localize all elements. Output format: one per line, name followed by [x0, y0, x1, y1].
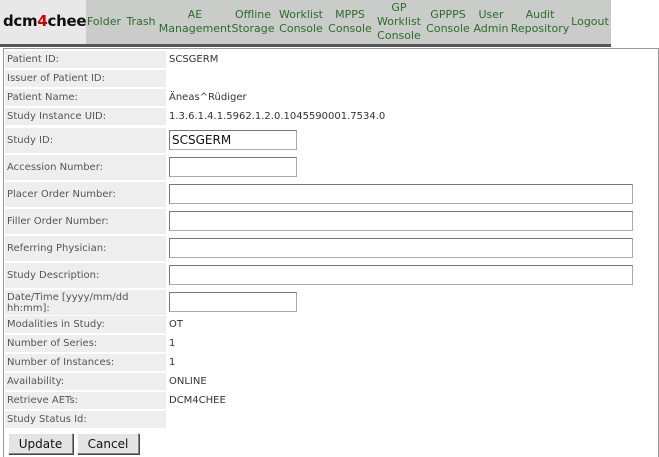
nav-offline-storage[interactable]: Offline Storage [231, 0, 274, 44]
cancel-button[interactable]: Cancel [77, 433, 139, 454]
accession-label: Accession Number: [5, 155, 166, 180]
study-uid-label: Study Instance UID: [5, 108, 166, 125]
availability-value: ONLINE [169, 376, 207, 387]
study-description-input[interactable] [169, 265, 633, 285]
description-label: Study Description: [5, 263, 166, 288]
referring-label: Referring Physician: [5, 236, 166, 261]
status-id-label: Study Status Id: [5, 411, 166, 428]
referring-physician-input[interactable] [169, 238, 633, 258]
num-series-label: Number of Series: [5, 335, 166, 352]
nav-worklist-console[interactable]: Worklist Console [278, 0, 324, 44]
dcm4chee-logo: dcm4chee [3, 12, 87, 30]
placer-label: Placer Order Number: [5, 182, 166, 207]
nav-trash[interactable]: Trash [124, 0, 158, 44]
datetime-input[interactable] [169, 292, 297, 312]
nav-gppps-console[interactable]: GPPPS Console [426, 0, 470, 44]
retrieve-aets-value: DCM4CHEE [169, 395, 226, 406]
datetime-label: Date/Time [yyyy/mm/dd hh:mm]: [5, 290, 166, 315]
patient-name-label: Patient Name: [5, 89, 166, 106]
nav-audit-repository[interactable]: Audit Repository [511, 0, 570, 44]
availability-label: Availability: [5, 373, 166, 390]
retrieve-aets-label: Retrieve AETs: [5, 392, 166, 409]
patient-id-value: SCSGERM [169, 54, 219, 65]
nav-ae-management[interactable]: AE Management [159, 0, 231, 44]
nav-user-admin[interactable]: User Admin [473, 0, 508, 44]
nav-folder[interactable]: Folder [86, 0, 122, 44]
filler-order-input[interactable] [169, 211, 633, 231]
study-id-input[interactable] [169, 130, 297, 150]
nav-gp-worklist-console[interactable]: GP Worklist Console [376, 0, 422, 44]
nav-mpps-console[interactable]: MPPS Console [328, 0, 372, 44]
num-instances-label: Number of Instances: [5, 354, 166, 371]
modalities-value: OT [169, 319, 183, 330]
accession-number-input[interactable] [169, 157, 297, 177]
filler-label: Filler Order Number: [5, 209, 166, 234]
patient-name-value: Äneas^Rüdiger [169, 92, 247, 103]
study-uid-value: 1.3.6.1.4.1.5962.1.2.0.1045590001.7534.0 [169, 111, 386, 122]
placer-order-input[interactable] [169, 184, 633, 204]
patient-id-label: Patient ID: [5, 51, 166, 68]
num-series-value: 1 [169, 338, 176, 349]
update-button[interactable]: Update [8, 433, 73, 454]
issuer-label: Issuer of Patient ID: [5, 70, 166, 87]
study-id-label: Study ID: [5, 128, 166, 153]
top-navigation-bar: dcm4chee Folder Trash AE Management Offl… [0, 0, 611, 47]
num-instances-value: 1 [169, 357, 176, 368]
modalities-label: Modalities in Study: [5, 316, 166, 333]
nav-logout[interactable]: Logout [571, 0, 609, 44]
